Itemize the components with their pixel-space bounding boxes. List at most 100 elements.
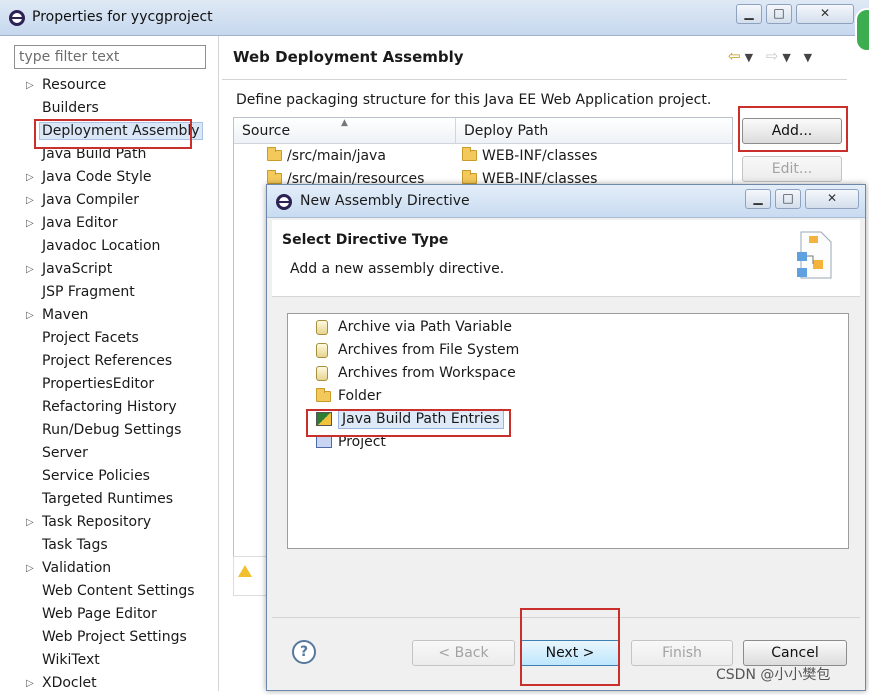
dialog-title: New Assembly Directive [300, 193, 470, 209]
new-assembly-directive-dialog: New Assembly Directive ▁ □ ✕ Select Dire… [266, 184, 866, 691]
sidebar-item[interactable]: Targeted Runtimes [14, 488, 214, 511]
cancel-button[interactable]: Cancel [743, 640, 847, 666]
sidebar-item-label: Web Content Settings [42, 583, 195, 599]
sidebar-item-label: PropertiesEditor [42, 376, 155, 392]
sidebar-item[interactable]: Builders [14, 97, 214, 120]
sidebar-item[interactable]: Java Build Path [14, 143, 214, 166]
expand-arrow-icon[interactable]: ▷ [26, 511, 34, 534]
sidebar-item-label: Web Project Settings [42, 629, 187, 645]
view-menu-icon[interactable]: ▼ [804, 51, 816, 64]
sidebar-item[interactable]: JSP Fragment [14, 281, 214, 304]
expand-arrow-icon[interactable]: ▷ [26, 166, 34, 189]
forward-arrow-icon[interactable]: ⇨ [766, 47, 783, 65]
sidebar-item[interactable]: Web Project Settings [14, 626, 214, 649]
sidebar-item[interactable]: Server [14, 442, 214, 465]
sidebar-item[interactable]: Project Facets [14, 327, 214, 350]
edit-button[interactable]: Edit... [742, 156, 842, 182]
sidebar-item-label: Java Build Path [42, 146, 147, 162]
sidebar-item[interactable]: Refactoring History [14, 396, 214, 419]
sidebar-item[interactable]: Task Tags [14, 534, 214, 557]
help-icon[interactable]: ? [292, 640, 316, 664]
table-header: Source ▲ Deploy Path [234, 118, 732, 144]
assembly-wizard-banner-icon [797, 231, 832, 279]
jar-icon [316, 366, 328, 381]
page-description: Define packaging structure for this Java… [236, 92, 712, 108]
sidebar-item[interactable]: ▷ Task Repository [14, 511, 214, 534]
filter-input[interactable] [14, 45, 206, 69]
list-item[interactable]: Archive via Path Variable [316, 316, 512, 339]
sidebar-item[interactable]: Deployment Assembly [14, 120, 214, 143]
sidebar-item[interactable]: Service Policies [14, 465, 214, 488]
folder-icon [316, 388, 331, 402]
sidebar-item[interactable]: Javadoc Location [14, 235, 214, 258]
sidebar-item-label: Java Compiler [42, 192, 140, 208]
expand-arrow-icon[interactable]: ▷ [26, 258, 34, 281]
back-button[interactable]: < Back [412, 640, 515, 666]
dialog-maximize-button[interactable]: □ [775, 189, 801, 209]
folder-icon [462, 147, 477, 161]
sidebar-item[interactable]: ▷ Java Code Style [14, 166, 214, 189]
properties-title-bar: Properties for yycgproject ▁ □ ✕ [0, 0, 869, 52]
sidebar-item-label: Java Editor [42, 215, 118, 231]
sidebar-item[interactable]: WikiText [14, 649, 214, 672]
back-arrow-icon[interactable]: ⇦ [728, 47, 745, 65]
close-button[interactable]: ✕ [796, 4, 854, 24]
dialog-close-button[interactable]: ✕ [805, 189, 859, 209]
notification-badge-icon [855, 8, 869, 52]
sidebar-item[interactable]: ▷ Maven [14, 304, 214, 327]
sidebar-item[interactable]: ▷ Java Editor [14, 212, 214, 235]
folder-icon [462, 170, 477, 184]
column-header-source[interactable]: Source [242, 123, 290, 139]
sidebar-item[interactable]: Web Page Editor [14, 603, 214, 626]
sidebar-item-label: Run/Debug Settings [42, 422, 182, 438]
sidebar-item[interactable]: ▷ XDoclet [14, 672, 214, 695]
sidebar-item-label: Task Repository [42, 514, 152, 530]
expand-arrow-icon[interactable]: ▷ [26, 557, 34, 580]
source-cell: /src/main/java [287, 148, 386, 164]
list-item[interactable]: Folder [316, 385, 381, 408]
expand-arrow-icon[interactable]: ▷ [26, 304, 34, 327]
dialog-header: Select Directive Type Add a new assembly… [272, 220, 860, 297]
dialog-minimize-button[interactable]: ▁ [745, 189, 771, 209]
sidebar-item[interactable]: Web Content Settings [14, 580, 214, 603]
forward-dropdown-icon[interactable]: ▼ [782, 51, 794, 64]
table-row[interactable]: /src/main/java WEB-INF/classes [234, 145, 732, 168]
sidebar-item-label: JSP Fragment [42, 284, 135, 300]
jar-icon [316, 343, 328, 358]
sidebar-item-label: Deployment Assembly [39, 122, 203, 140]
expand-arrow-icon[interactable]: ▷ [26, 672, 34, 695]
column-header-deploy-path[interactable]: Deploy Path [464, 123, 548, 139]
page-navigation: ⇦▼ ⇨▼ ▼ [728, 47, 816, 65]
sidebar-item[interactable]: ▷ Validation [14, 557, 214, 580]
expand-arrow-icon[interactable]: ▷ [26, 74, 34, 97]
expand-arrow-icon[interactable]: ▷ [26, 212, 34, 235]
folder-icon [267, 147, 282, 161]
minimize-button[interactable]: ▁ [736, 4, 762, 24]
sidebar-item[interactable]: Run/Debug Settings [14, 419, 214, 442]
column-separator[interactable] [455, 118, 456, 144]
next-button-annotation-box [520, 608, 620, 686]
sort-ascending-icon: ▲ [341, 118, 348, 128]
finish-button[interactable]: Finish [631, 640, 733, 666]
sidebar-item[interactable]: ▷ Java Compiler [14, 189, 214, 212]
sidebar-item[interactable]: ▷ Resource [14, 74, 214, 97]
sidebar-item-label: WikiText [42, 652, 100, 668]
list-item[interactable]: Archives from File System [316, 339, 519, 362]
warning-icon [238, 565, 252, 577]
sidebar-item[interactable]: PropertiesEditor [14, 373, 214, 396]
sidebar-item[interactable]: Project References [14, 350, 214, 373]
back-dropdown-icon[interactable]: ▼ [745, 51, 757, 64]
sidebar-item-label: Maven [42, 307, 89, 323]
sidebar-item-label: Validation [42, 560, 112, 576]
watermark: CSDN @小小樊包 [716, 667, 831, 683]
sidebar-item-label: Targeted Runtimes [42, 491, 174, 507]
list-item[interactable]: Archives from Workspace [316, 362, 516, 385]
sidebar-item[interactable]: ▷ JavaScript [14, 258, 214, 281]
expand-arrow-icon[interactable]: ▷ [26, 189, 34, 212]
eclipse-app-icon [276, 194, 292, 210]
maximize-button[interactable]: □ [766, 4, 792, 24]
sidebar-item-label: Builders [42, 100, 99, 116]
sash-divider[interactable] [218, 36, 219, 691]
eclipse-app-icon [9, 10, 25, 26]
java-build-path-annotation-box [306, 409, 511, 437]
